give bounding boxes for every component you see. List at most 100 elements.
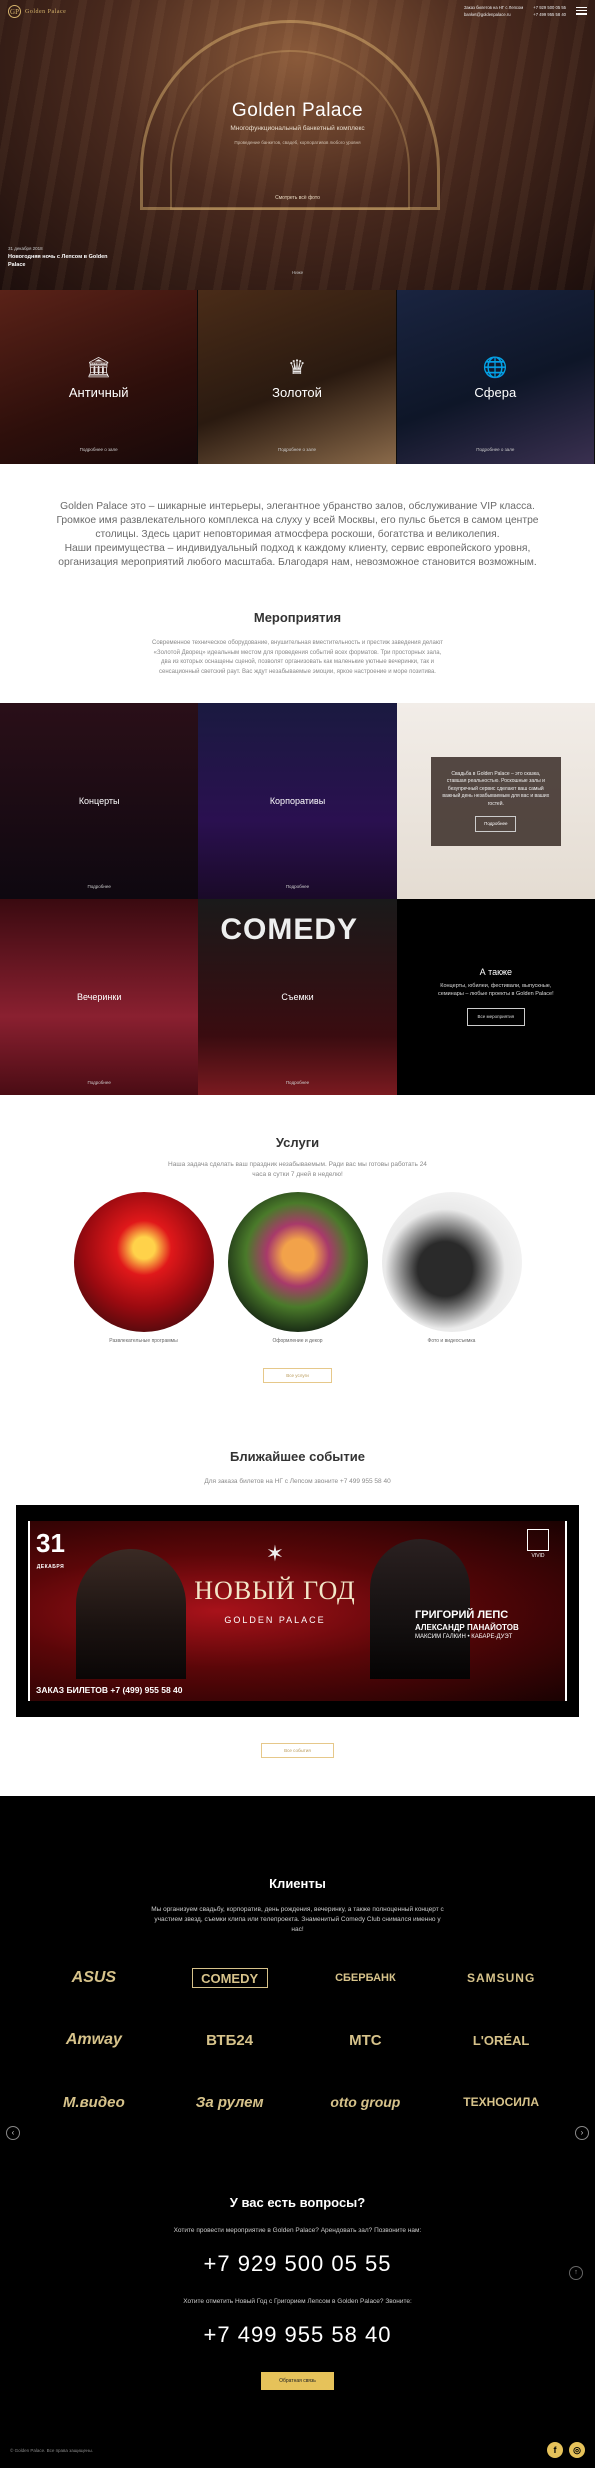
menu-icon[interactable] <box>576 5 587 17</box>
event-more-link[interactable]: Подробнее <box>198 884 396 889</box>
questions-block: У вас есть вопросы? Хотите провести меро… <box>0 2195 595 2390</box>
event-more-link[interactable]: Подробнее <box>0 1080 198 1085</box>
globe-icon: 🌐 <box>482 356 508 379</box>
event-card-corporate[interactable]: Корпоративы Подробнее <box>198 703 397 899</box>
banner-artists: ГРИГОРИЙ ЛЕПС АЛЕКСАНДР ПАНАЙОТОВ МАКСИМ… <box>415 1609 555 1641</box>
logo-icon: GP <box>8 5 21 18</box>
event-card-filming[interactable]: COMEDY Съемки Подробнее <box>198 899 397 1095</box>
event-more-link[interactable]: Подробнее <box>198 1080 396 1085</box>
client-logo: SAMSUNG <box>466 1971 536 1985</box>
nearest-event-section: Ближайшее событие Для заказа билетов на … <box>0 1413 595 1796</box>
client-logo: М.видео <box>62 2093 125 2111</box>
client-logo: МТС <box>349 2031 382 2049</box>
service-item-video[interactable]: Фото и видеосъемка <box>381 1192 522 1344</box>
about-section: Golden Palace это – шикарные интерьеры, … <box>0 464 595 600</box>
vivid-text: VIVID <box>531 1553 545 1559</box>
header-address[interactable]: Заказ билетов на НГ с Лепсом <box>464 5 523 12</box>
contact-phone-2[interactable]: +7 499 955 58 40 <box>0 2322 595 2348</box>
header-phone-1[interactable]: +7 929 500 05 55 <box>533 5 566 12</box>
carousel-prev-icon[interactable]: ‹ <box>6 2126 20 2140</box>
clients-title: Клиенты <box>269 1876 326 1891</box>
top-bar: GP Golden Palace Заказ билетов на НГ с Л… <box>0 0 595 26</box>
header-contacts: Заказ билетов на НГ с Лепсом banket@gold… <box>464 5 566 18</box>
service-label: Фото и видеосъемка <box>427 1338 476 1344</box>
all-events-link-button[interactable]: Все события <box>261 1743 334 1758</box>
hall-card-golden[interactable]: ♛ Золотой Подробнее о зале <box>198 290 397 464</box>
about-paragraph-2: Наши преимущества – индивидуальный подхо… <box>58 543 537 568</box>
event-card-parties[interactable]: Вечеринки Подробнее <box>0 899 199 1095</box>
news-title[interactable]: Новогодняя ночь с Лепсом в Golden Palace <box>8 253 118 269</box>
banner-date-day: 31 <box>36 1528 65 1558</box>
services-title: Услуги <box>275 1135 320 1150</box>
banner-event-title: НОВЫЙ ГОД <box>194 1576 356 1605</box>
service-label: Оформление и декор <box>272 1338 323 1344</box>
all-services-button[interactable]: Все услуги <box>263 1368 332 1383</box>
scroll-up-icon[interactable]: ↑ <box>569 2266 583 2280</box>
header-phone-2[interactable]: +7 499 955 58 40 <box>533 12 566 19</box>
tree-icon: ✶ <box>265 1541 285 1566</box>
also-title: А также <box>479 967 513 977</box>
news-date: 31 декабря 2018 <box>8 246 43 251</box>
nearest-text: Для заказа билетов на НГ с Лепсом звонит… <box>204 1478 391 1485</box>
artist-photo-left <box>76 1549 186 1679</box>
questions-title: У вас есть вопросы? <box>229 2195 366 2210</box>
questions-text-1: Хотите провести мероприятие в Golden Pal… <box>173 2227 422 2234</box>
hall-more-link[interactable]: Подробнее о зале <box>80 447 118 452</box>
service-image <box>227 1192 368 1332</box>
service-item-decor[interactable]: Оформление и декор <box>227 1192 368 1344</box>
hall-card-antique[interactable]: 🏛 Античный Подробнее о зале <box>0 290 199 464</box>
logo[interactable]: GP Golden Palace <box>8 5 66 18</box>
feedback-button[interactable]: Обратная связь <box>261 2372 334 2390</box>
copyright: © Golden Palace. Все права защищены. <box>10 2447 94 2453</box>
client-logo: За рулем <box>195 2093 264 2111</box>
logo-text: Golden Palace <box>25 8 67 15</box>
service-image <box>381 1192 522 1332</box>
hero-photos-link[interactable]: Смотреть всё фото <box>0 195 595 201</box>
artist-third: МАКСИМ ГАЛКИН • КАБАРЕ-ДУЭТ <box>415 1634 513 1640</box>
services-text: Наша задача сделать ваш праздник незабыв… <box>168 1161 427 1178</box>
hero-section: GP Golden Palace Заказ билетов на НГ с Л… <box>0 0 595 290</box>
hall-more-link[interactable]: Подробнее о зале <box>476 447 514 452</box>
hero-news[interactable]: 31 декабря 2018 Новогодняя ночь с Лепсом… <box>8 246 118 269</box>
event-more-link[interactable]: Подробнее <box>0 884 198 889</box>
client-logo: ТЕХНОСИЛА <box>463 2095 539 2109</box>
hero-subtitle-2: Проведение банкетов, свадеб, корпоративо… <box>234 140 361 145</box>
client-logo: COMEDY <box>191 1968 268 1988</box>
wedding-more-button[interactable]: Подробнее <box>475 816 517 832</box>
event-card-wedding[interactable]: Свадьба в Golden Palace – это сказка, ст… <box>396 703 595 899</box>
social-links: f ◎ <box>547 2442 585 2458</box>
client-logo: ASUS <box>71 1969 117 1986</box>
hall-more-link[interactable]: Подробнее о зале <box>278 447 316 452</box>
facebook-icon[interactable]: f <box>547 2442 563 2458</box>
event-name: Концерты <box>78 796 120 806</box>
service-label: Развлекательные программы <box>109 1338 178 1344</box>
comedy-sign: COMEDY <box>220 913 359 946</box>
hall-name: Сфера <box>474 384 517 400</box>
instagram-icon[interactable]: ◎ <box>569 2442 585 2458</box>
banner-date: 31 ДЕКАБРЯ <box>36 1528 65 1579</box>
event-banner[interactable]: 31 ДЕКАБРЯ ✶ НОВЫЙ ГОД GOLDEN PALACE VIV… <box>16 1505 579 1717</box>
also-text: Концерты, юбилеи, фестивали, выпускные, … <box>438 983 554 997</box>
hero-subtitle: Многофункциональный банкетный комплекс <box>230 125 365 132</box>
hero-title: Golden Palace <box>231 100 364 121</box>
scroll-down-link[interactable]: Ниже <box>0 270 595 275</box>
carousel-next-icon[interactable]: › <box>575 2126 589 2140</box>
event-card-concerts[interactable]: Концерты Подробнее <box>0 703 199 899</box>
service-item-entertainment[interactable]: Развлекательные программы <box>73 1192 214 1344</box>
hall-card-sphere[interactable]: 🌐 Сфера Подробнее о зале <box>396 290 595 464</box>
header-email[interactable]: banket@goldenpalace.ru <box>464 12 523 19</box>
halls-section: 🏛 Античный Подробнее о зале ♛ Золотой По… <box>0 290 595 464</box>
services-section: Услуги Наша задача сделать ваш праздник … <box>0 1095 595 1413</box>
hall-name: Золотой <box>272 384 322 400</box>
client-logo: L'ORÉAL <box>472 2032 530 2048</box>
footer: © Golden Palace. Все права защищены. f ◎ <box>0 2430 595 2468</box>
banner-date-month: ДЕКАБРЯ <box>36 1564 65 1570</box>
client-logo: ВТБ24 <box>206 2031 254 2049</box>
client-logo: СБЕРБАНК <box>335 1972 396 1984</box>
artist-main: ГРИГОРИЙ ЛЕПС <box>415 1609 509 1621</box>
all-events-button[interactable]: Все мероприятия <box>466 1008 526 1026</box>
clients-text: Мы организуем свадьбу, корпоратив, день … <box>151 1906 444 1933</box>
column-icon: 🏛 <box>85 356 112 379</box>
clients-section: Клиенты Мы организуем свадьбу, корпорати… <box>0 1796 595 2430</box>
contact-phone-1[interactable]: +7 929 500 05 55 <box>0 2251 595 2277</box>
